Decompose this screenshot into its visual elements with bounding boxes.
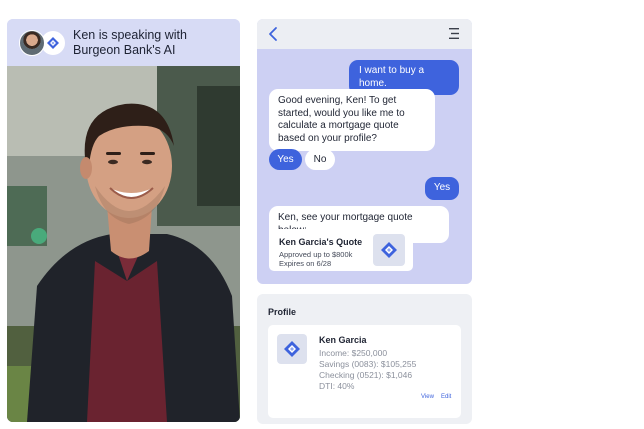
call-header-line1: Ken is speaking with	[73, 28, 187, 42]
view-profile-link[interactable]: View	[421, 394, 434, 400]
chat-topbar	[257, 19, 472, 49]
quote-logo-tile	[373, 234, 405, 266]
call-header-text: Ken is speaking with Burgeon Bank's AI	[73, 28, 233, 58]
quote-title: Ken Garcia's Quote	[279, 237, 363, 247]
mortgage-quote-card[interactable]: Ken Garcia's Quote Approved up to $800k …	[269, 229, 413, 271]
chat-panel: I want to buy a home. Good evening, Ken!…	[257, 19, 472, 284]
call-header-line2: Burgeon Bank's AI	[73, 43, 176, 57]
profile-details-card: Ken Garcia Income: $250,000 Savings (008…	[268, 325, 461, 418]
video-call-panel: Ken is speaking with Burgeon Bank's AI	[7, 19, 240, 422]
quote-expires: Expires on 6/28	[279, 259, 332, 268]
profile-panel: Profile Ken Garcia Income: $250,000 Savi…	[257, 294, 472, 424]
back-button[interactable]	[266, 25, 282, 43]
profile-savings: Savings (0083): $105,255	[319, 359, 417, 369]
video-feed-photo	[7, 66, 240, 422]
profile-heading: Profile	[268, 307, 297, 317]
chevron-left-icon	[269, 27, 277, 41]
burgeon-logo-icon	[47, 37, 59, 49]
chat-message-bot: Good evening, Ken! To get started, would…	[269, 89, 435, 151]
chat-message-user: Yes	[425, 177, 459, 200]
profile-income: Income: $250,000	[319, 348, 388, 358]
burgeon-logo-icon	[381, 242, 397, 258]
menu-icon	[449, 28, 459, 39]
profile-checking: Checking (0521): $1,046	[319, 370, 413, 380]
edit-profile-link[interactable]: Edit	[441, 394, 451, 400]
quote-approved: Approved up to $800k	[279, 250, 353, 259]
yes-option-button[interactable]: Yes	[269, 149, 302, 170]
user-avatar	[19, 30, 45, 56]
profile-dti: DTI: 40%	[319, 381, 355, 391]
burgeon-logo-icon	[284, 341, 300, 357]
menu-button[interactable]	[448, 27, 460, 40]
profile-name: Ken Garcia	[319, 335, 367, 345]
call-header: Ken is speaking with Burgeon Bank's AI	[7, 19, 240, 66]
profile-logo-tile	[277, 334, 307, 364]
no-option-button[interactable]: No	[305, 149, 335, 170]
person-photo-illustration	[7, 66, 240, 422]
